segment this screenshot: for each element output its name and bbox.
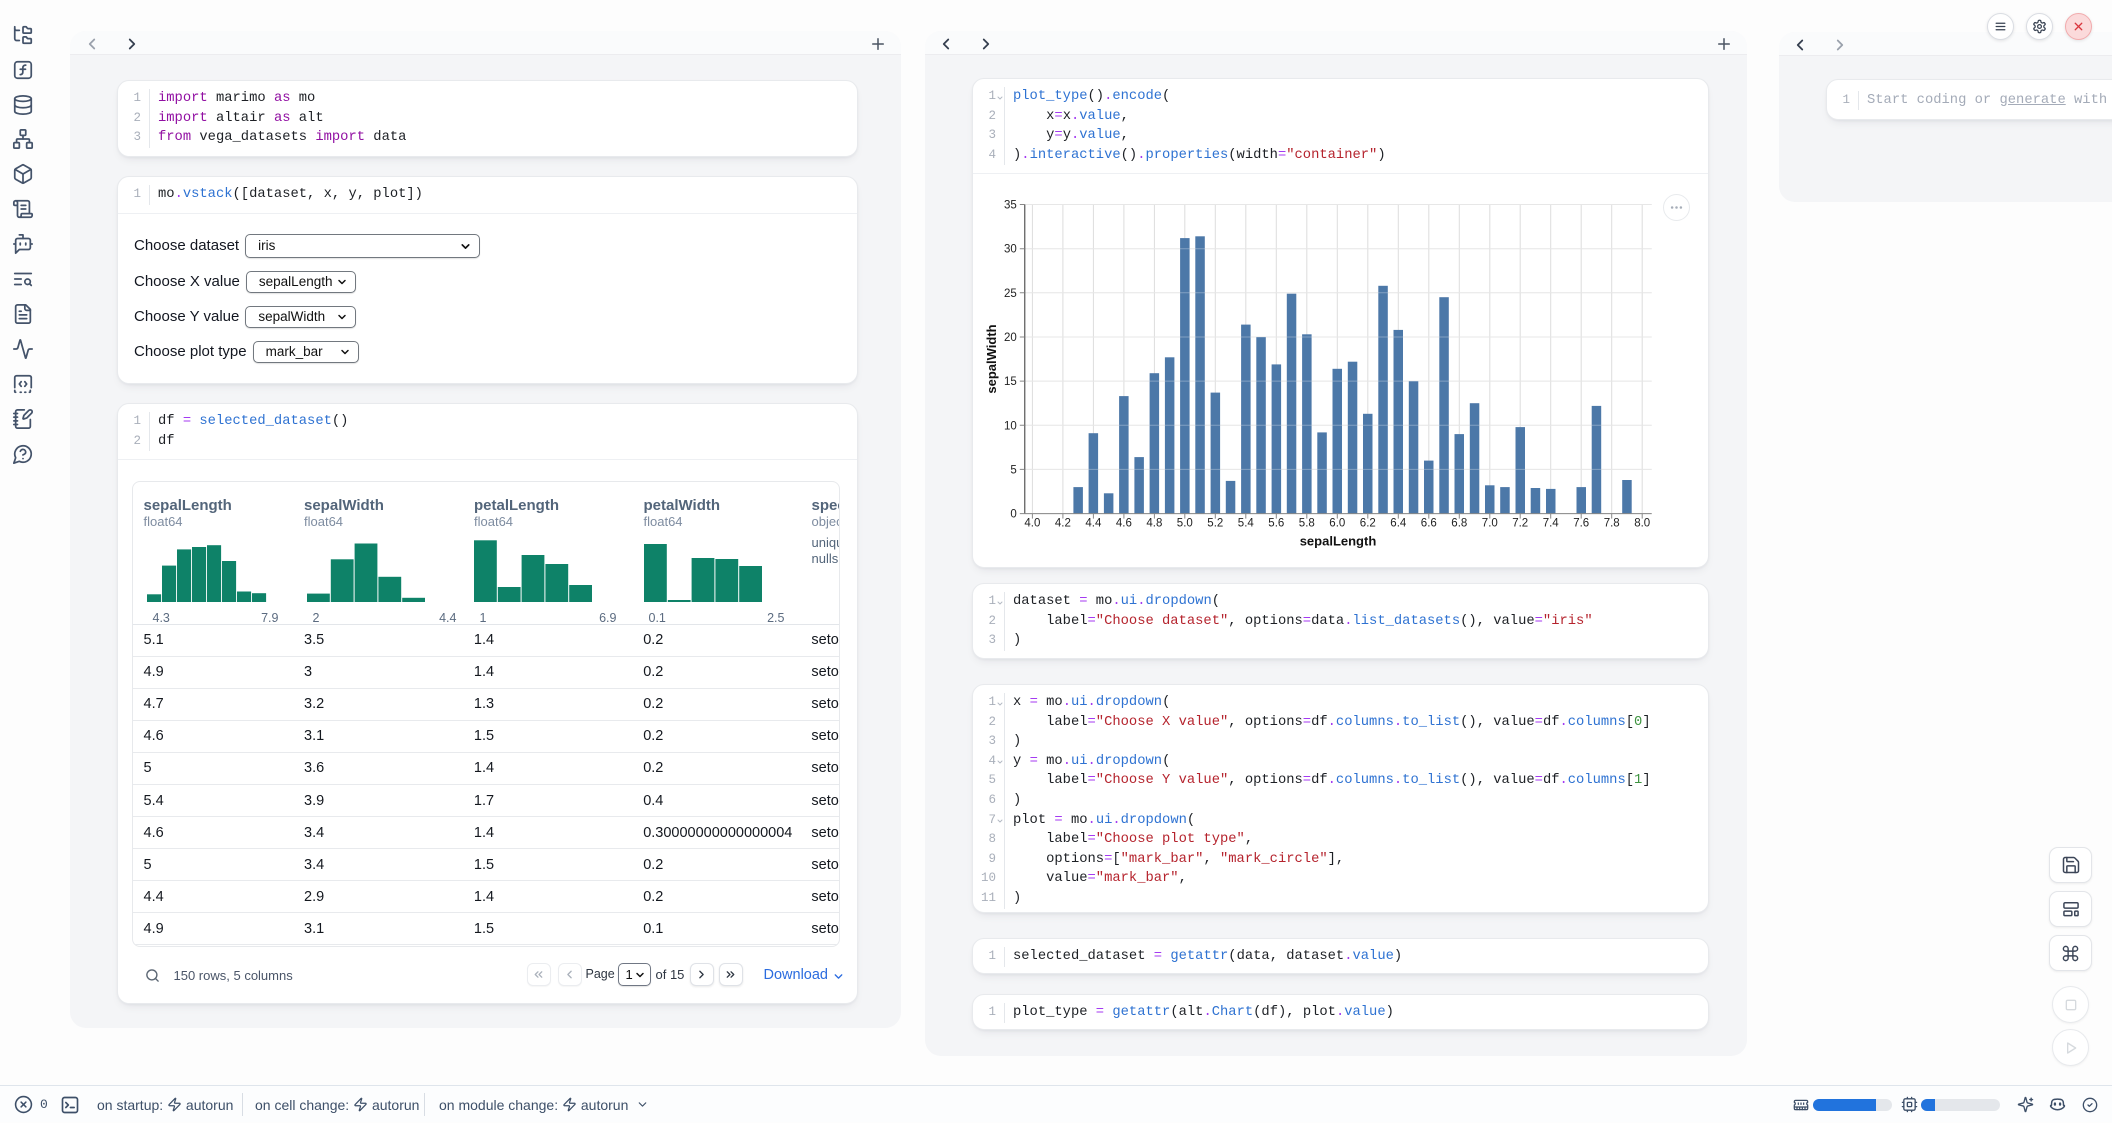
svg-text:sepalLength: sepalLength bbox=[1300, 534, 1377, 549]
svg-text:5.8: 5.8 bbox=[1299, 518, 1315, 530]
svg-text:10: 10 bbox=[1004, 420, 1017, 432]
svg-text:6.6: 6.6 bbox=[1421, 518, 1437, 530]
svg-text:30: 30 bbox=[1004, 244, 1017, 256]
svg-text:7.4: 7.4 bbox=[1543, 518, 1560, 530]
svg-text:6.0: 6.0 bbox=[1329, 518, 1345, 530]
svg-text:5.6: 5.6 bbox=[1268, 518, 1284, 530]
svg-text:4.6: 4.6 bbox=[1116, 518, 1132, 530]
svg-text:20: 20 bbox=[1004, 332, 1017, 344]
svg-text:7.0: 7.0 bbox=[1482, 518, 1498, 530]
svg-text:6.8: 6.8 bbox=[1451, 518, 1467, 530]
svg-text:7.6: 7.6 bbox=[1573, 518, 1589, 530]
svg-text:5.4: 5.4 bbox=[1238, 518, 1255, 530]
svg-text:25: 25 bbox=[1004, 288, 1017, 300]
svg-text:4.8: 4.8 bbox=[1146, 518, 1162, 530]
svg-text:6.2: 6.2 bbox=[1360, 518, 1376, 530]
svg-text:0: 0 bbox=[1010, 509, 1016, 521]
svg-text:15: 15 bbox=[1004, 376, 1017, 388]
svg-text:35: 35 bbox=[1004, 200, 1017, 212]
svg-text:8.0: 8.0 bbox=[1634, 518, 1650, 530]
svg-text:4.0: 4.0 bbox=[1024, 518, 1040, 530]
svg-text:5: 5 bbox=[1010, 464, 1016, 476]
svg-text:4.2: 4.2 bbox=[1055, 518, 1071, 530]
svg-text:sepalWidth: sepalWidth bbox=[984, 324, 999, 393]
svg-text:7.2: 7.2 bbox=[1512, 518, 1528, 530]
svg-text:5.0: 5.0 bbox=[1177, 518, 1193, 530]
svg-text:6.4: 6.4 bbox=[1390, 518, 1407, 530]
svg-text:4.4: 4.4 bbox=[1085, 518, 1102, 530]
svg-text:7.8: 7.8 bbox=[1604, 518, 1620, 530]
svg-text:5.2: 5.2 bbox=[1207, 518, 1223, 530]
